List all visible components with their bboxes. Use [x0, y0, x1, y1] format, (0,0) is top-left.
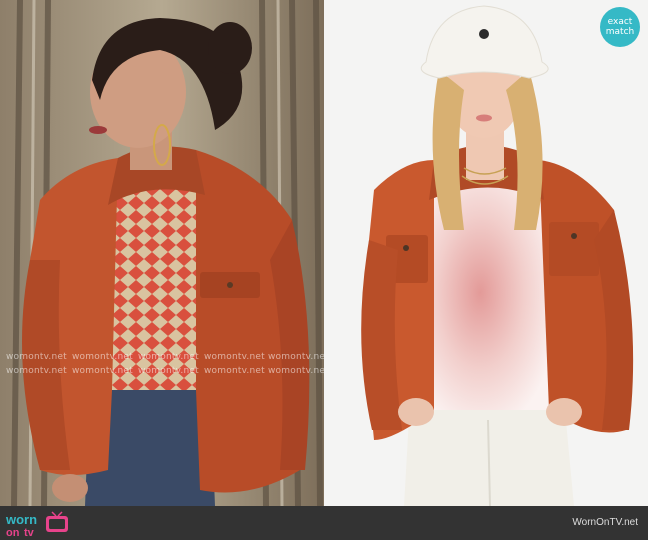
watermark-text: womontv.net: [72, 366, 133, 376]
tv-icon: [46, 511, 68, 532]
watermark-text: womontv.net: [138, 366, 199, 376]
photo-right-illustration: [324, 0, 648, 506]
photo-right-product-model: [324, 0, 648, 506]
watermark-text: womontv.net: [268, 352, 324, 362]
watermark-text: womontv.net: [204, 366, 265, 376]
footer-bar: worn on tv WornOnTV.net: [0, 506, 648, 540]
watermark-text: womontv.net: [138, 352, 199, 362]
watermark-text: womontv.net: [6, 352, 67, 362]
photo-left-actress: womontv.net womontv.net womontv.net womo…: [0, 0, 324, 506]
watermark-text: womontv.net: [204, 352, 265, 362]
photo-left-illustration: [0, 0, 324, 506]
logo-word3: tv: [24, 527, 35, 538]
watermark-text: womontv.net: [268, 366, 324, 376]
footer-site-name: WornOnTV.net: [572, 517, 638, 528]
watermark-text: womontv.net: [72, 352, 133, 362]
badge-line1: exact: [607, 17, 633, 27]
logo-word1: worn: [6, 512, 37, 527]
exact-match-badge: exact match: [600, 7, 640, 47]
wornontv-logo: worn on tv: [6, 511, 68, 538]
watermark-text: womontv.net: [6, 366, 67, 376]
badge-line2: match: [605, 27, 635, 37]
logo-word2: on: [6, 527, 20, 538]
